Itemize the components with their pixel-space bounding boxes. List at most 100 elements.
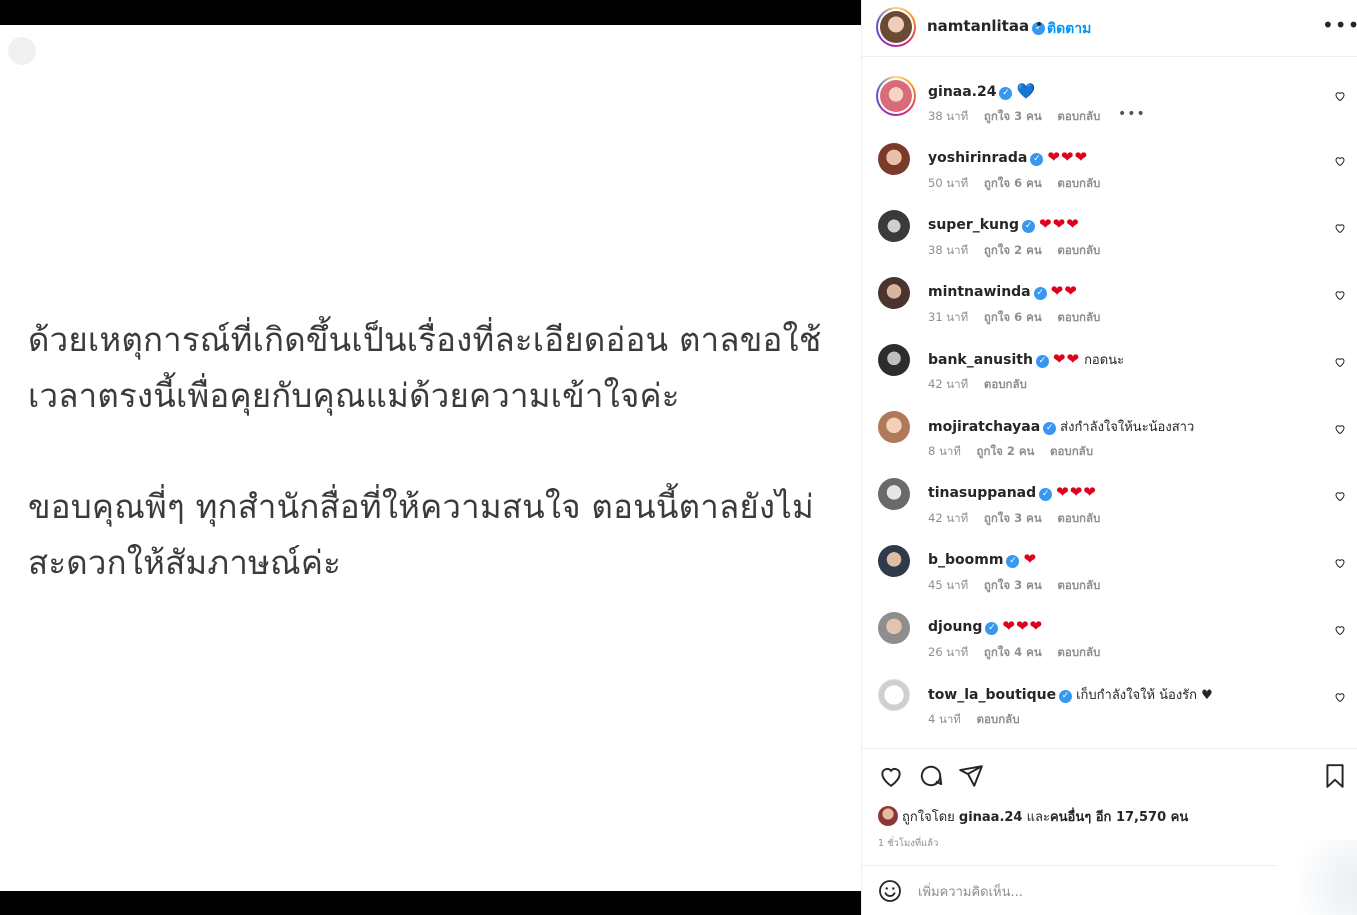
commenter-avatar[interactable] <box>878 143 910 175</box>
commenter-avatar[interactable] <box>878 478 910 510</box>
comment-time: 38 นาที <box>928 109 969 123</box>
emoji-icon[interactable] <box>878 879 902 903</box>
reply-button[interactable]: ตอบกลับ <box>1057 645 1100 659</box>
header-separator: • <box>1035 17 1044 33</box>
likes-others[interactable]: คนอื่นๆ อีก 17,570 คน <box>1050 810 1188 825</box>
comment-likes[interactable]: ถูกใจ 2 คน <box>984 243 1042 257</box>
verified-badge-icon: ✓ <box>1022 220 1035 233</box>
media-indicator <box>8 37 36 65</box>
comment-time: 4 นาที <box>928 712 961 726</box>
comment-meta: 26 นาที ถูกใจ 4 คน ตอบกลับ <box>928 644 1112 662</box>
heart-icon[interactable] <box>1334 624 1346 636</box>
reply-button[interactable]: ตอบกลับ <box>1057 109 1100 123</box>
heart-icon[interactable] <box>1334 557 1346 569</box>
heart-icon[interactable] <box>878 763 904 789</box>
comment-item: djoung ✓ ❤❤❤ 26 นาที ถูกใจ 4 คน ตอบกลับ <box>862 608 1357 668</box>
heart-icon[interactable] <box>1334 691 1346 703</box>
commenter-avatar[interactable] <box>878 277 910 309</box>
verified-badge-icon: ✓ <box>1035 355 1049 368</box>
comment-likes[interactable]: ถูกใจ 6 คน <box>984 176 1042 190</box>
comment-item: yoshirinrada ✓ ❤❤❤ 50 นาที ถูกใจ 6 คน ตอบก… <box>862 139 1357 199</box>
divider <box>862 865 1277 866</box>
comment-emoji: ❤❤ <box>1052 350 1081 368</box>
commenter-avatar[interactable] <box>878 210 910 242</box>
heart-icon[interactable] <box>1334 155 1346 167</box>
comment-meta: 45 นาที ถูกใจ 3 คน ตอบกลับ <box>928 577 1112 595</box>
comment-likes[interactable]: ถูกใจ 3 คน <box>984 511 1042 525</box>
comment-more-icon[interactable]: ••• <box>1118 106 1146 122</box>
verified-badge-icon: ✓ <box>999 87 1013 100</box>
add-comment-input[interactable] <box>916 880 1250 904</box>
comment-username[interactable]: super_kung ✓ ❤❤❤ <box>928 215 1080 233</box>
heart-icon[interactable] <box>1334 356 1346 368</box>
comment-username[interactable]: mintnawinda ✓ ❤❤ <box>928 282 1078 300</box>
heart-icon[interactable] <box>1334 289 1346 301</box>
comment-username[interactable]: b_boomm ✓ ❤ <box>928 550 1037 568</box>
comment-text: เก็บกำลังใจให้ น้องรัก ♥ <box>1076 688 1213 703</box>
post-side-panel: namtanlitaa ✓ • ติดตาม ••• ginaa.24 ✓ 💙 38 … <box>861 0 1357 915</box>
heart-icon[interactable] <box>1334 90 1346 102</box>
comment-item: mojiratchayaa ✓ ส่งกำลังใจให้นะน้องสาว 8 น… <box>862 407 1357 467</box>
reply-button[interactable]: ตอบกลับ <box>1057 243 1100 257</box>
comment-icon[interactable] <box>918 763 944 789</box>
commenter-avatar[interactable] <box>878 344 910 376</box>
liker-avatar <box>878 806 898 826</box>
comment-likes[interactable]: ถูกใจ 4 คน <box>984 645 1042 659</box>
divider <box>862 748 1357 749</box>
comment-time: 26 นาที <box>928 645 969 659</box>
corner-shadow <box>1282 840 1357 915</box>
comment-item: mintnawinda ✓ ❤❤ 31 นาที ถูกใจ 6 คน ตอบกลั… <box>862 273 1357 333</box>
comment-meta: 42 นาที ถูกใจ 3 คน ตอบกลับ <box>928 510 1112 528</box>
comment-likes[interactable]: ถูกใจ 6 คน <box>984 310 1042 324</box>
comment-username[interactable]: djoung ✓ ❤❤❤ <box>928 617 1043 635</box>
commenter-avatar[interactable] <box>878 612 910 644</box>
comment-item: bank_anusith ✓ ❤❤ กอดนะ 42 นาที ตอบกลับ <box>862 340 1357 400</box>
comment-item: ginaa.24 ✓ 💙 38 นาที ถูกใจ 3 คน ตอบกลับ ••… <box>862 72 1357 132</box>
reply-button[interactable]: ตอบกลับ <box>1057 310 1100 324</box>
post-header: namtanlitaa ✓ • ติดตาม ••• <box>862 0 1357 57</box>
liker-username[interactable]: ginaa.24 <box>959 810 1023 825</box>
comment-username[interactable]: tinasuppanad ✓ ❤❤❤ <box>928 483 1097 501</box>
comment-username[interactable]: mojiratchayaa ✓ ส่งกำลังใจให้นะน้องสาว <box>928 416 1194 437</box>
reply-button[interactable]: ตอบกลับ <box>984 377 1027 391</box>
comment-time: 50 นาที <box>928 176 969 190</box>
heart-icon[interactable] <box>1334 423 1346 435</box>
reply-button[interactable]: ตอบกลับ <box>1057 176 1100 190</box>
comment-emoji: ❤❤❤ <box>1002 617 1044 635</box>
comment-username[interactable]: yoshirinrada ✓ ❤❤❤ <box>928 148 1088 166</box>
bookmark-icon[interactable] <box>1322 763 1348 789</box>
post-media: ด้วยเหตุการณ์ที่เกิดขึ้นเป็นเรื่องที่ละเ… <box>0 0 861 915</box>
reply-button[interactable]: ตอบกลับ <box>1057 511 1100 525</box>
comment-item: tow_la_boutique ✓ เก็บกำลังใจให้ น้องรัก ♥… <box>862 675 1357 735</box>
commenter-avatar[interactable] <box>878 411 910 443</box>
verified-badge-icon: ✓ <box>1043 422 1057 435</box>
comment-username[interactable]: tow_la_boutique ✓ เก็บกำลังใจให้ น้องรัก ♥ <box>928 684 1213 705</box>
author-avatar[interactable] <box>876 7 916 47</box>
likes-summary: ถูกใจโดย ginaa.24 และคนอื่นๆ อีก 17,570 … <box>878 806 1188 827</box>
comment-likes[interactable]: ถูกใจ 3 คน <box>984 109 1042 123</box>
reply-button[interactable]: ตอบกลับ <box>977 712 1020 726</box>
reply-button[interactable]: ตอบกลับ <box>1050 444 1093 458</box>
reply-button[interactable]: ตอบกลับ <box>1057 578 1100 592</box>
more-options-icon[interactable]: ••• <box>1322 13 1357 37</box>
comment-time: 42 นาที <box>928 511 969 525</box>
comment-time: 45 นาที <box>928 578 969 592</box>
comment-likes[interactable]: ถูกใจ 2 คน <box>977 444 1035 458</box>
comment-username[interactable]: ginaa.24 ✓ 💙 <box>928 82 1035 100</box>
comment-time: 42 นาที <box>928 377 969 391</box>
comment-username[interactable]: bank_anusith ✓ ❤❤ กอดนะ <box>928 349 1124 370</box>
post-paragraph-2: ขอบคุณพี่ๆ ทุกสำนักสื่อที่ให้ความสนใจ ตอ… <box>28 487 814 582</box>
commenter-avatar[interactable] <box>878 545 910 577</box>
commenter-avatar[interactable] <box>878 679 910 711</box>
comment-item: b_boomm ✓ ❤ 45 นาที ถูกใจ 3 คน ตอบกลับ <box>862 541 1357 601</box>
verified-badge-icon: ✓ <box>1059 690 1073 703</box>
comment-likes[interactable]: ถูกใจ 3 คน <box>984 578 1042 592</box>
author-username[interactable]: namtanlitaa ✓ <box>927 17 1046 35</box>
share-icon[interactable] <box>958 763 984 789</box>
commenter-avatar[interactable] <box>876 76 916 116</box>
heart-icon[interactable] <box>1334 222 1346 234</box>
follow-button[interactable]: ติดตาม <box>1047 18 1091 40</box>
comment-meta: 50 นาที ถูกใจ 6 คน ตอบกลับ <box>928 175 1112 193</box>
verified-badge-icon: ✓ <box>1006 555 1020 568</box>
heart-icon[interactable] <box>1334 490 1346 502</box>
